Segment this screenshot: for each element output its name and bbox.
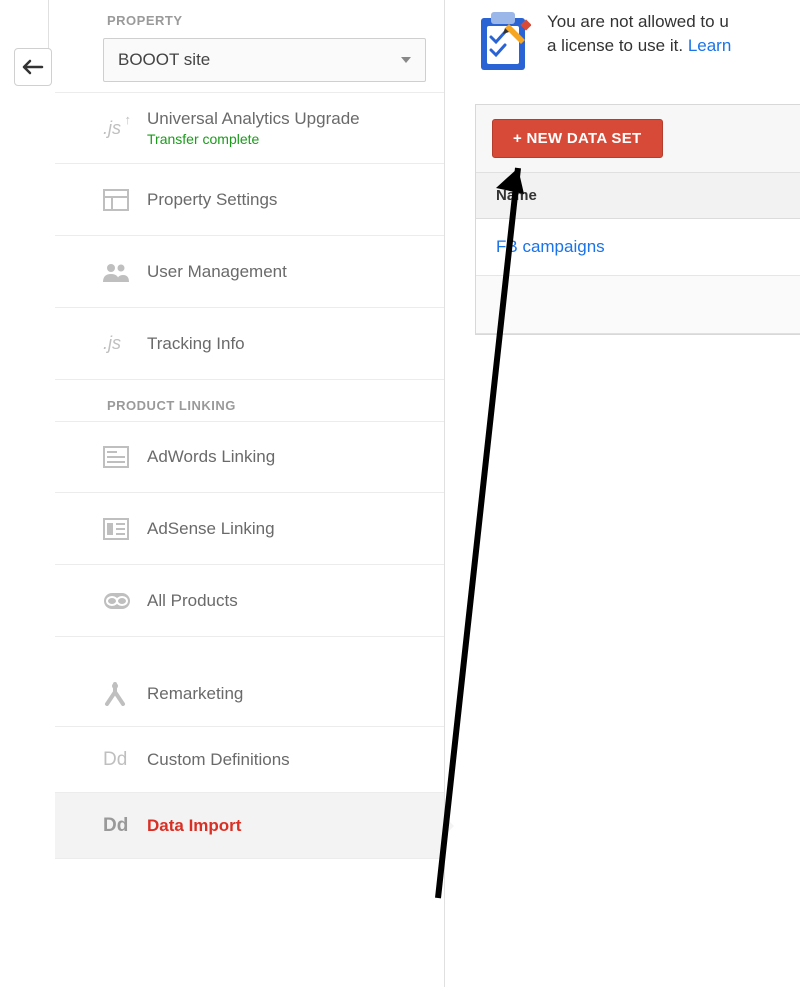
layout-icon bbox=[103, 189, 147, 211]
nav-label: AdSense Linking bbox=[147, 519, 275, 539]
property-selected-value: BOOOT site bbox=[118, 50, 210, 70]
js-upgrade-icon: .js↑ bbox=[103, 118, 147, 139]
nav-user-management[interactable]: User Management bbox=[55, 236, 444, 308]
learn-link[interactable]: Learn bbox=[688, 36, 731, 55]
new-data-set-button[interactable]: + NEW DATA SET bbox=[492, 119, 663, 158]
nav-label: User Management bbox=[147, 262, 287, 282]
nav-label: Custom Definitions bbox=[147, 750, 290, 770]
nav-label: Property Settings bbox=[147, 190, 277, 210]
back-button[interactable] bbox=[14, 48, 52, 86]
nav-adsense-linking[interactable]: AdSense Linking bbox=[55, 493, 444, 565]
nav-label: Universal Analytics Upgrade bbox=[147, 109, 360, 129]
nav-data-import[interactable]: Dd Data Import bbox=[55, 793, 444, 859]
nav-all-products[interactable]: All Products bbox=[55, 565, 444, 637]
main-content: You are not allowed to u a license to us… bbox=[445, 0, 800, 987]
section-label-product-linking: PRODUCT LINKING bbox=[55, 380, 444, 421]
adwords-icon bbox=[103, 446, 147, 468]
table-footer bbox=[476, 276, 800, 334]
back-arrow-icon bbox=[22, 59, 44, 75]
spacer bbox=[55, 637, 444, 661]
data-set-panel: + NEW DATA SET Name FB campaigns bbox=[475, 104, 800, 335]
notice-banner: You are not allowed to u a license to us… bbox=[475, 0, 800, 72]
js-icon: .js bbox=[103, 333, 147, 354]
nav-subtext: Transfer complete bbox=[147, 131, 360, 147]
notice-line2: a license to use it. bbox=[547, 36, 688, 55]
nav-adwords-linking[interactable]: AdWords Linking bbox=[55, 421, 444, 493]
clipboard-icon bbox=[475, 10, 531, 72]
notice-line1: You are not allowed to u bbox=[547, 12, 729, 31]
link-icon bbox=[103, 592, 147, 610]
nav-label: All Products bbox=[147, 591, 238, 611]
nav-label: Remarketing bbox=[147, 684, 243, 704]
dd-icon: Dd bbox=[103, 749, 147, 771]
nav-property-settings[interactable]: Property Settings bbox=[55, 164, 444, 236]
section-label-property: PROPERTY bbox=[55, 5, 444, 38]
sidebar: PROPERTY BOOOT site .js↑ Universal Analy… bbox=[55, 0, 445, 987]
adsense-icon bbox=[103, 518, 147, 540]
remarketing-icon bbox=[103, 682, 147, 706]
dd-icon: Dd bbox=[103, 815, 147, 837]
nav-tracking-info[interactable]: .js Tracking Info bbox=[55, 308, 444, 380]
property-selector[interactable]: BOOOT site bbox=[103, 38, 426, 82]
nav-label: Data Import bbox=[147, 816, 241, 836]
panel-header: + NEW DATA SET bbox=[476, 105, 800, 173]
notice-text: You are not allowed to u a license to us… bbox=[547, 10, 731, 58]
back-column bbox=[0, 0, 55, 987]
nav-universal-analytics-upgrade[interactable]: .js↑ Universal Analytics Upgrade Transfe… bbox=[55, 92, 444, 164]
table-row[interactable]: FB campaigns bbox=[476, 219, 800, 276]
nav-custom-definitions[interactable]: Dd Custom Definitions bbox=[55, 727, 444, 793]
chevron-down-icon bbox=[401, 57, 411, 63]
nav-label: AdWords Linking bbox=[147, 447, 275, 467]
table-header-name: Name bbox=[476, 173, 800, 219]
nav-label: Tracking Info bbox=[147, 334, 245, 354]
data-set-link[interactable]: FB campaigns bbox=[496, 237, 605, 256]
nav-remarketing[interactable]: Remarketing bbox=[55, 661, 444, 727]
users-icon bbox=[103, 262, 147, 282]
